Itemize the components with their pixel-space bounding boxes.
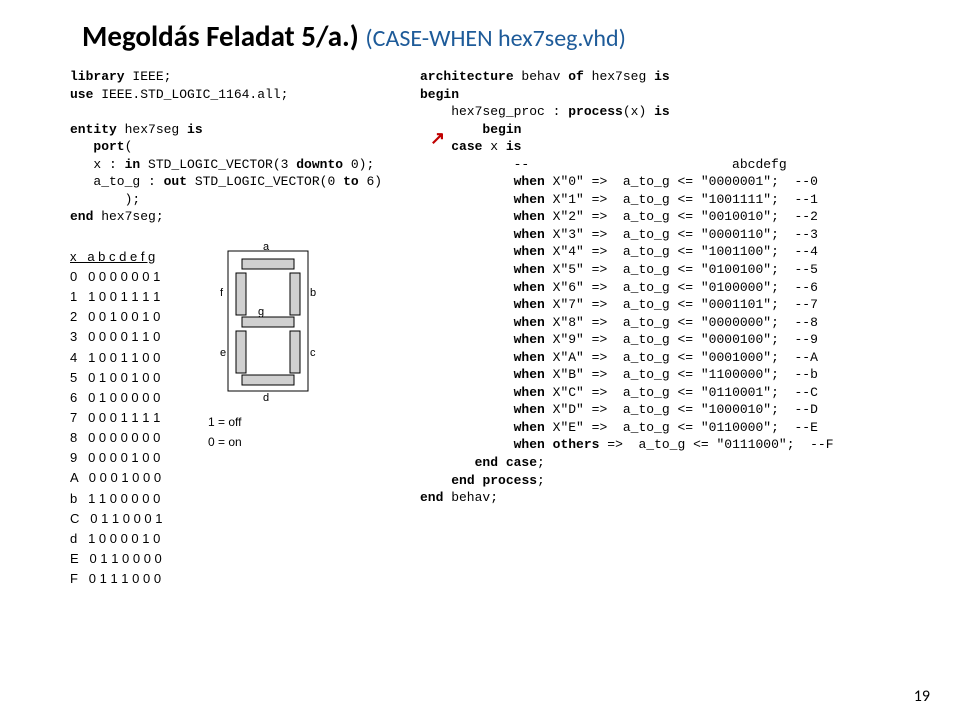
- seg-e-label: e: [220, 347, 226, 359]
- page-number: 19: [914, 687, 930, 706]
- seg-c-label: c: [310, 347, 316, 359]
- seg-d-label: d: [262, 392, 268, 404]
- page-title: Megoldás Feladat 5/a.) (CASE-WHEN hex7se…: [82, 18, 940, 54]
- title-paren: (CASE-WHEN hex7seg.vhd): [365, 24, 626, 53]
- truth-table: x a b c d e f g 0 0 0 0 0 0 0 1 1 1 0 0 …: [70, 247, 163, 589]
- seven-segment-figure: a b c d e f g 1 = off 0 = on: [173, 241, 353, 451]
- entity-code: library IEEE; use IEEE.STD_LOGIC_1164.al…: [70, 68, 420, 226]
- legend-off: 1 = off: [208, 415, 242, 429]
- title-main: Megoldás Feladat 5/a.): [82, 18, 365, 54]
- seg-g-label: g: [258, 306, 264, 318]
- seg-a-label: a: [262, 241, 269, 253]
- seg-f-label: f: [220, 287, 224, 299]
- architecture-code: architecture behav of hex7seg is begin h…: [420, 68, 940, 507]
- seg-b-label: b: [310, 287, 316, 299]
- legend-on: 0 = on: [208, 435, 242, 449]
- seven-segment-svg: a b c d e f g 1 = off 0 = on: [198, 241, 328, 451]
- arrow-icon: ↗: [430, 128, 445, 149]
